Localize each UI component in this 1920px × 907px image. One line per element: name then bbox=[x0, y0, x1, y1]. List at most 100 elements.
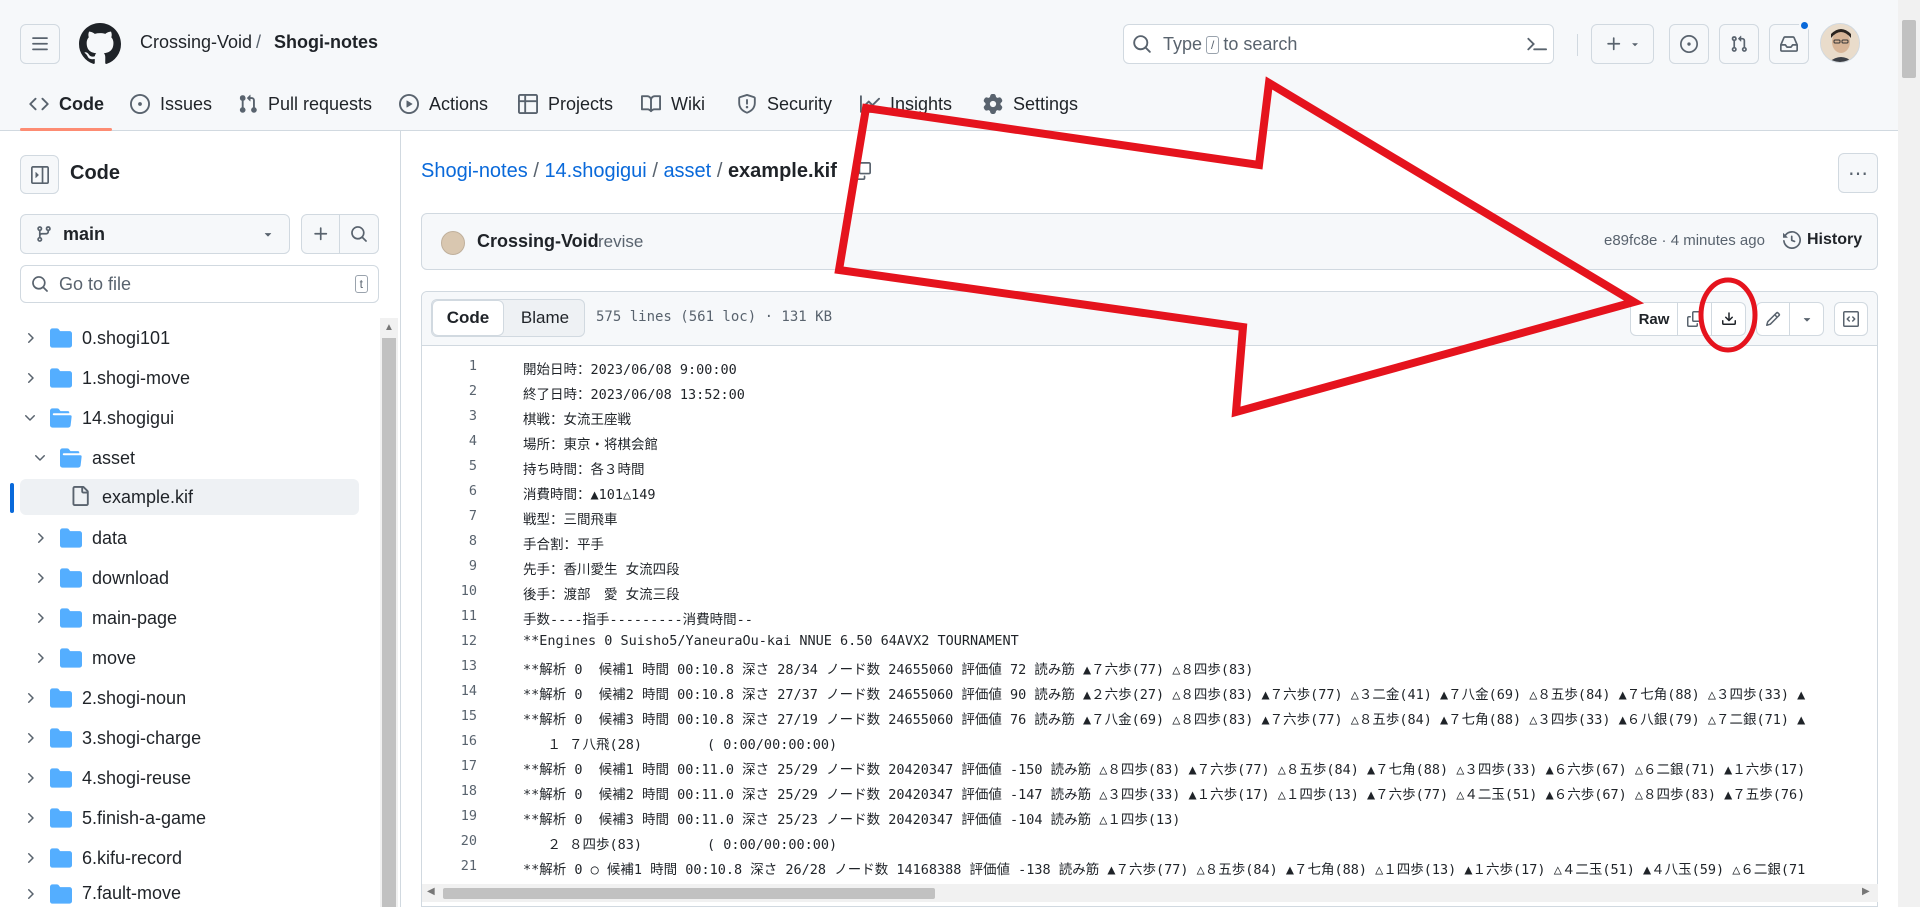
search-icon bbox=[351, 226, 367, 242]
blame-view-button[interactable]: Blame bbox=[506, 300, 584, 336]
tree-folder-2-shogi-noun[interactable]: 2.shogi-noun bbox=[22, 680, 186, 716]
user-avatar[interactable] bbox=[1820, 23, 1860, 63]
create-new-button[interactable] bbox=[1591, 24, 1654, 64]
line-number[interactable]: 7 bbox=[422, 508, 477, 524]
line-number[interactable]: 12 bbox=[422, 633, 477, 649]
go-to-file-input[interactable]: Go to file t bbox=[20, 265, 379, 303]
breadcrumb-separator: / bbox=[256, 32, 262, 52]
tab-settings[interactable]: Settings bbox=[983, 90, 1078, 118]
tree-folder-14-shogigui[interactable]: 14.shogigui bbox=[22, 400, 174, 436]
tree-folder-4-shogi-reuse[interactable]: 4.shogi-reuse bbox=[22, 760, 191, 796]
tab-issues[interactable]: Issues bbox=[130, 90, 212, 118]
line-number[interactable]: 1 bbox=[422, 358, 477, 374]
your-issues-button[interactable] bbox=[1669, 24, 1709, 64]
branch-selector-button[interactable]: main bbox=[20, 214, 290, 254]
tree-folder-0-shogi101[interactable]: 0.shogi101 bbox=[22, 320, 170, 356]
commit-message-link[interactable]: revise bbox=[598, 232, 643, 252]
line-content: 手合割：平手 bbox=[523, 537, 604, 553]
edit-options-dropdown-button[interactable] bbox=[1790, 302, 1824, 336]
code-horizontal-scrollbar-thumb[interactable] bbox=[443, 888, 935, 899]
line-number[interactable]: 15 bbox=[422, 708, 477, 724]
path-link-folder[interactable]: 14.shogigui bbox=[544, 160, 646, 182]
add-file-button[interactable] bbox=[301, 214, 340, 254]
line-number[interactable]: 6 bbox=[422, 483, 477, 499]
line-number[interactable]: 5 bbox=[422, 458, 477, 474]
tree-folder-download[interactable]: download bbox=[32, 560, 169, 596]
tree-folder-data[interactable]: data bbox=[32, 520, 127, 556]
line-number[interactable]: 13 bbox=[422, 658, 477, 674]
line-content: 開始日時：2023/06/08 9:00:00 bbox=[523, 362, 737, 378]
play-icon bbox=[399, 94, 419, 114]
code-view-button[interactable]: Code bbox=[432, 300, 504, 336]
line-number[interactable]: 4 bbox=[422, 433, 477, 449]
collapse-sidebar-button[interactable] bbox=[20, 155, 59, 194]
commit-author-avatar[interactable] bbox=[441, 231, 465, 255]
code-line: 6 消費時間：▲101△149 bbox=[422, 481, 1878, 506]
tree-file-example-kif[interactable]: example.kif bbox=[20, 479, 359, 515]
page-scrollbar-thumb[interactable] bbox=[1902, 20, 1916, 78]
path-separator: / bbox=[533, 160, 539, 182]
line-number[interactable]: 14 bbox=[422, 683, 477, 699]
breadcrumb-owner-link[interactable]: Crossing-Void bbox=[140, 32, 252, 53]
line-content: **解析 0 候補1 時間 00:10.8 深さ 28/34 ノード数 2465… bbox=[523, 662, 1254, 678]
tab-actions[interactable]: Actions bbox=[399, 90, 488, 118]
copy-raw-button[interactable] bbox=[1678, 302, 1712, 336]
line-number[interactable]: 9 bbox=[422, 558, 477, 574]
history-button[interactable]: History bbox=[1783, 231, 1862, 249]
line-number[interactable]: 2 bbox=[422, 383, 477, 399]
tree-folder-asset[interactable]: asset bbox=[32, 440, 135, 476]
github-logo-icon[interactable] bbox=[79, 23, 121, 65]
tab-security-label: Security bbox=[767, 93, 833, 114]
commit-author-link[interactable]: Crossing-Void bbox=[477, 231, 599, 252]
tree-folder-1-shogi-move[interactable]: 1.shogi-move bbox=[22, 360, 190, 396]
hamburger-menu-button[interactable] bbox=[20, 24, 60, 64]
tree-item-label: download bbox=[92, 567, 170, 588]
search-files-button[interactable] bbox=[340, 214, 379, 254]
tab-wiki[interactable]: Wiki bbox=[641, 90, 705, 118]
pull-request-icon bbox=[239, 94, 257, 113]
line-number[interactable]: 16 bbox=[422, 733, 477, 749]
caret-down-icon bbox=[264, 233, 272, 237]
line-number[interactable]: 11 bbox=[422, 608, 477, 624]
more-options-button[interactable]: ⋯ bbox=[1838, 153, 1878, 193]
symbols-panel-button[interactable] bbox=[1834, 302, 1868, 336]
line-content: 手数----指手---------消費時間-- bbox=[523, 612, 753, 628]
sidebar-scrollbar-thumb[interactable] bbox=[382, 338, 396, 907]
path-link-repo[interactable]: Shogi-notes bbox=[421, 160, 528, 182]
line-number[interactable]: 10 bbox=[422, 583, 477, 599]
edit-file-button[interactable] bbox=[1756, 302, 1790, 336]
tree-folder-6-kifu-record[interactable]: 6.kifu-record bbox=[22, 840, 182, 876]
line-number[interactable]: 21 bbox=[422, 858, 477, 874]
tab-security[interactable]: Security bbox=[737, 90, 832, 118]
code-line: 3 棋戦：女流王座戦 bbox=[422, 406, 1878, 431]
tab-pull-requests[interactable]: Pull requests bbox=[238, 90, 372, 118]
tree-item-label: main-page bbox=[92, 607, 178, 628]
tree-folder-move[interactable]: move bbox=[32, 640, 136, 676]
path-link-subfolder[interactable]: asset bbox=[663, 160, 711, 182]
tree-folder-main-page[interactable]: main-page bbox=[32, 600, 177, 636]
scroll-right-arrow-icon[interactable]: ▶ bbox=[1862, 886, 1870, 897]
raw-button[interactable]: Raw bbox=[1630, 302, 1678, 336]
copy-path-icon[interactable] bbox=[853, 162, 871, 180]
scroll-left-arrow-icon[interactable]: ◀ bbox=[427, 886, 435, 897]
page-scrollbar[interactable] bbox=[1898, 0, 1920, 907]
tab-projects[interactable]: Projects bbox=[518, 90, 613, 118]
your-pull-requests-button[interactable] bbox=[1719, 24, 1759, 64]
line-number[interactable]: 20 bbox=[422, 833, 477, 849]
code-listing[interactable]: 1 開始日時：2023/06/08 9:00:00 2 終了日時：2023/06/08… bbox=[422, 356, 1878, 884]
line-number[interactable]: 17 bbox=[422, 758, 477, 774]
tree-folder-7-fault-move[interactable]: 7.fault-move bbox=[22, 880, 181, 907]
scroll-up-arrow-icon[interactable]: ▲ bbox=[384, 322, 394, 333]
tab-code[interactable]: Code bbox=[29, 90, 104, 118]
command-palette-icon[interactable] bbox=[1527, 34, 1547, 54]
line-number[interactable]: 19 bbox=[422, 808, 477, 824]
line-number[interactable]: 18 bbox=[422, 783, 477, 799]
line-number[interactable]: 8 bbox=[422, 533, 477, 549]
tree-folder-5-finish-a-game[interactable]: 5.finish-a-game bbox=[22, 800, 206, 836]
breadcrumb-repo-link[interactable]: Shogi-notes bbox=[274, 32, 378, 53]
commit-hash-time[interactable]: e89fc8e · 4 minutes ago bbox=[1604, 232, 1765, 249]
download-raw-button[interactable] bbox=[1712, 302, 1746, 336]
line-number[interactable]: 3 bbox=[422, 408, 477, 424]
tab-insights[interactable]: Insights bbox=[860, 90, 952, 118]
tree-folder-3-shogi-charge[interactable]: 3.shogi-charge bbox=[22, 720, 201, 756]
